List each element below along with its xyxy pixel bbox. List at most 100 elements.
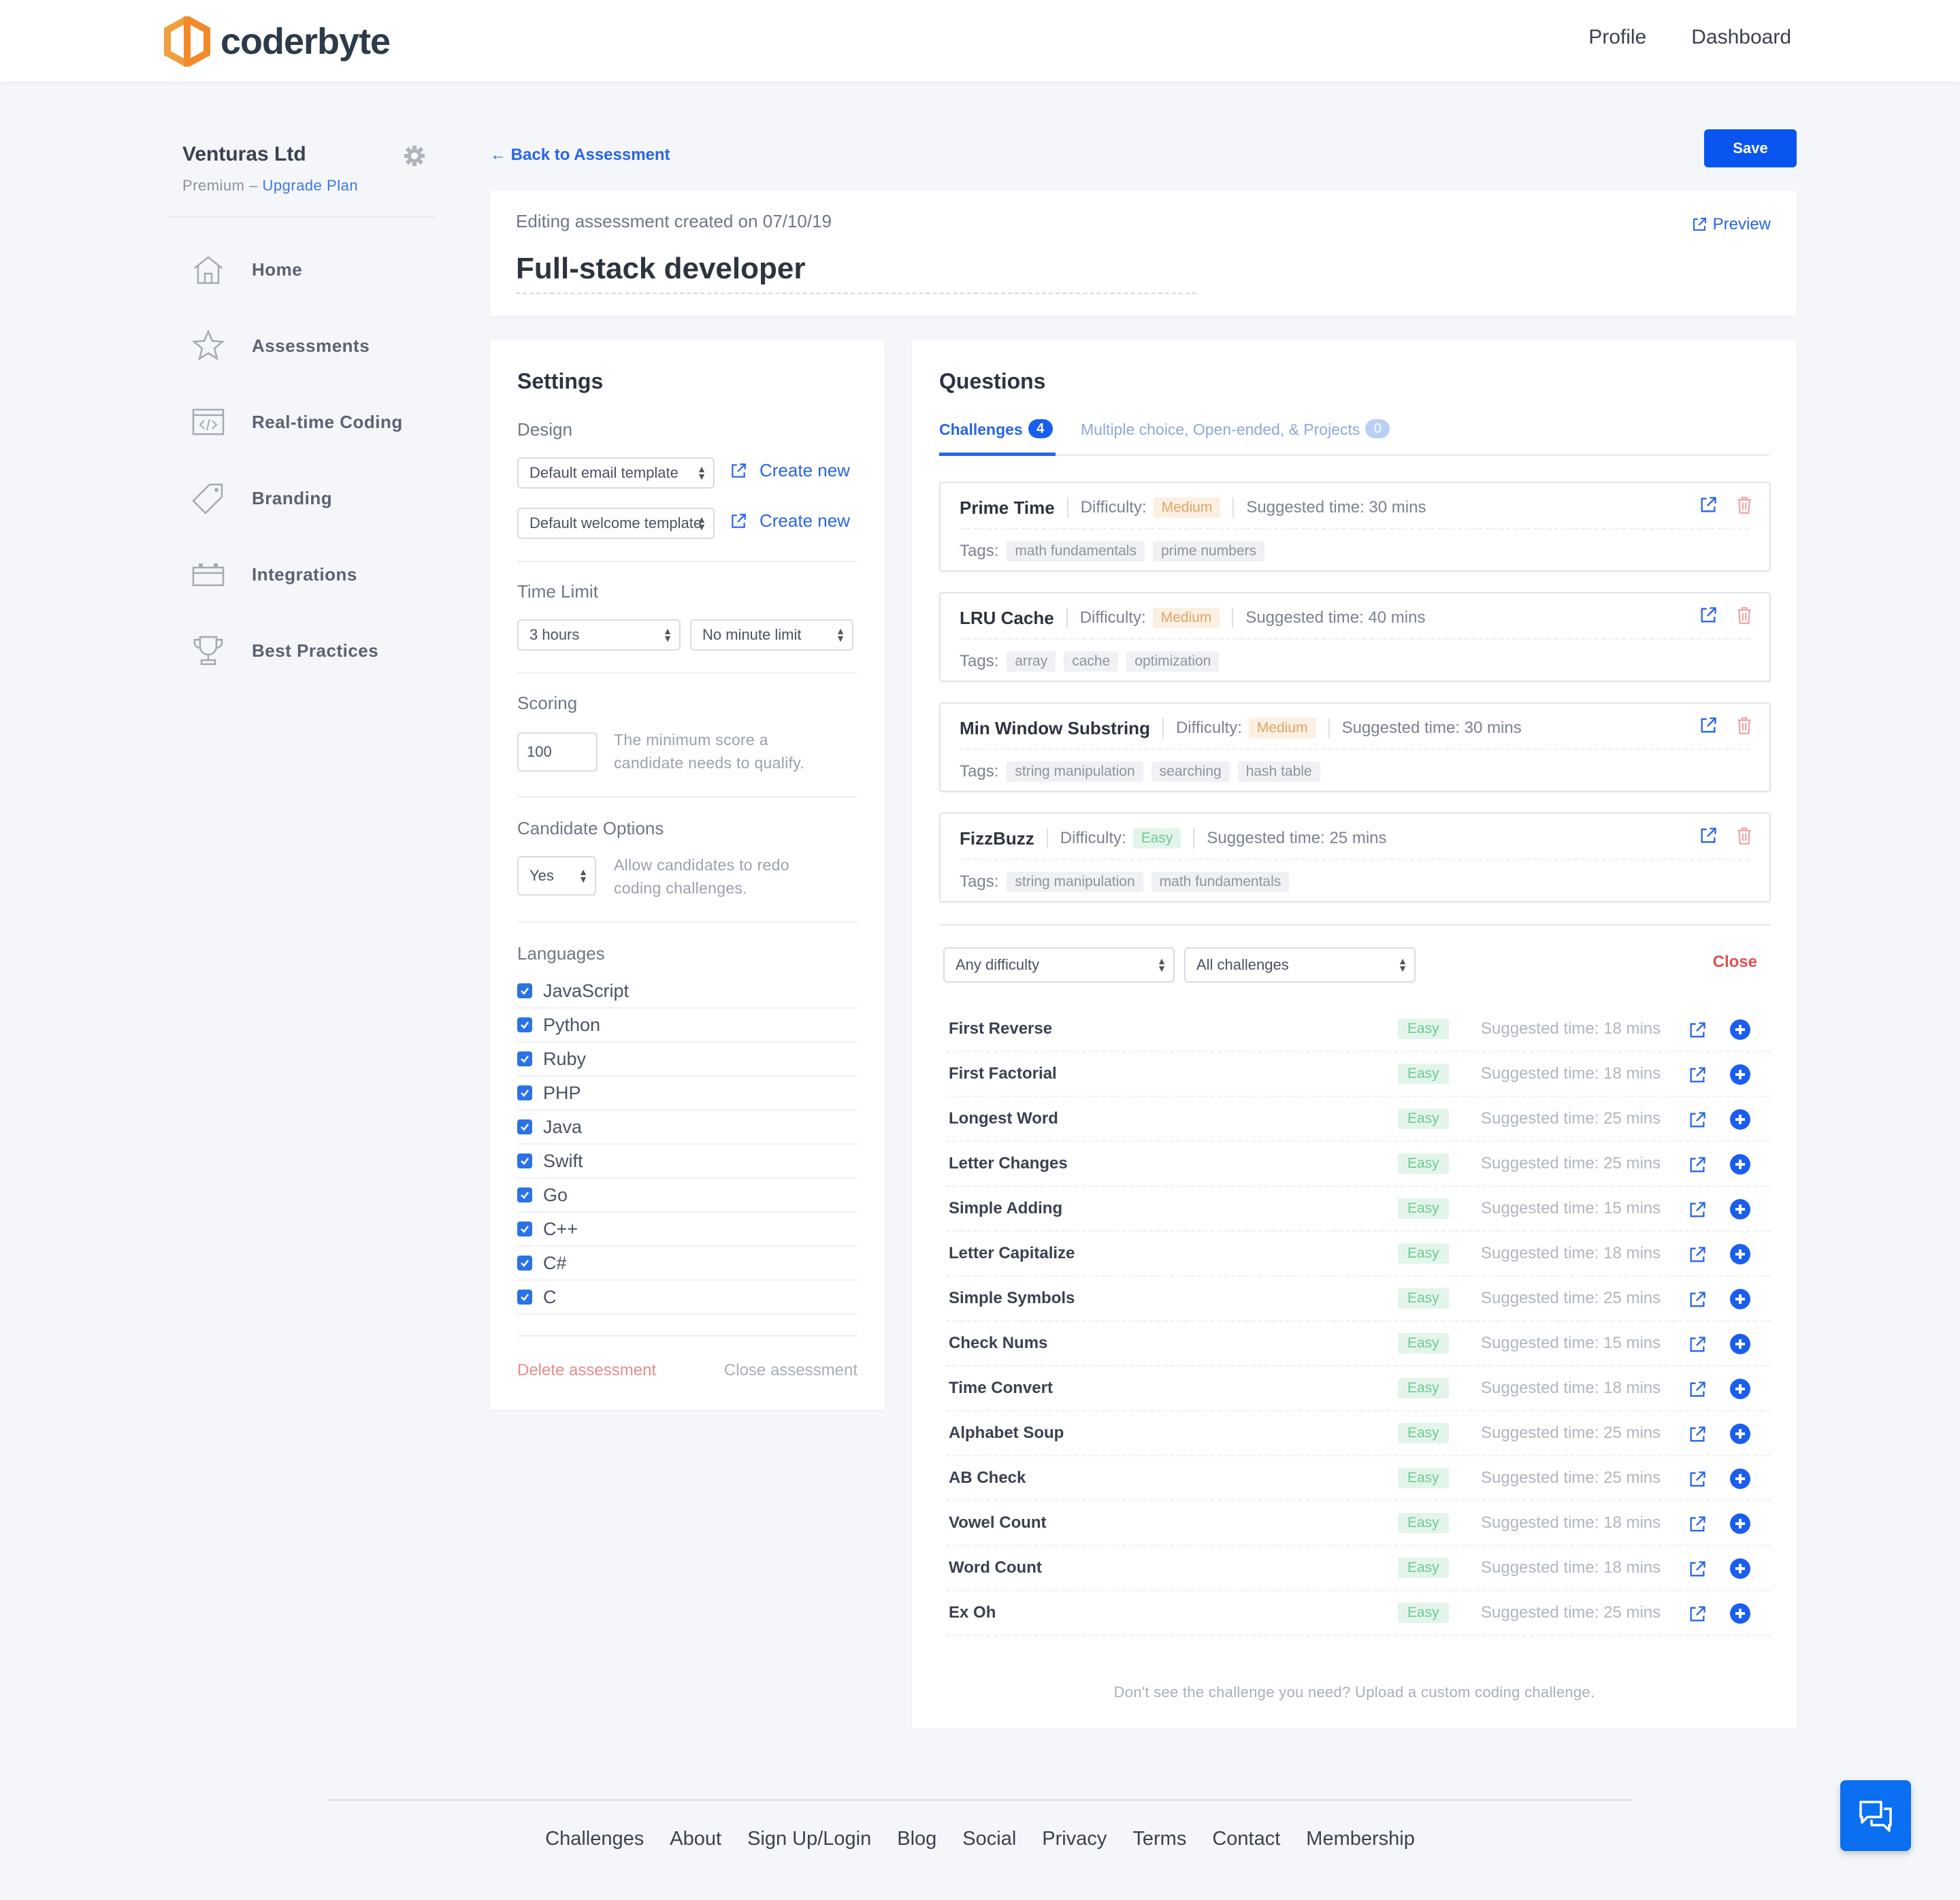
challenge-name[interactable]: Simple Symbols <box>949 1289 1075 1308</box>
open-challenge-link[interactable] <box>1688 1290 1707 1313</box>
preview-link[interactable]: Preview <box>1691 215 1771 234</box>
footer-link-contact[interactable]: Contact <box>1212 1828 1280 1850</box>
open-challenge-link[interactable] <box>1688 1066 1707 1088</box>
footer-link-terms[interactable]: Terms <box>1132 1828 1186 1850</box>
trash-icon[interactable] <box>1735 716 1753 735</box>
custom-challenge-note[interactable]: Don't see the challenge you need? Upload… <box>912 1684 1797 1701</box>
language-checkbox-row[interactable]: Go <box>517 1179 858 1213</box>
welcome-template-select[interactable]: Default welcome template ▲ ▼ <box>517 508 715 539</box>
external-link-icon[interactable] <box>1688 1380 1707 1399</box>
external-link-icon[interactable] <box>1699 716 1718 735</box>
sidebar-item-assessments[interactable]: Assessments <box>191 328 370 363</box>
language-checkbox-row[interactable]: Java <box>517 1111 858 1145</box>
score-input[interactable]: 100 <box>517 732 598 772</box>
open-challenge-link[interactable] <box>1688 1470 1707 1492</box>
external-link-icon[interactable] <box>1688 1605 1707 1624</box>
sidebar-item-home[interactable]: Home <box>191 252 302 287</box>
add-challenge-icon[interactable] <box>1730 1603 1750 1624</box>
open-challenge-link[interactable] <box>1688 1380 1707 1403</box>
tab-multiple-choice[interactable]: Multiple choice, Open-ended, & Projects … <box>1081 419 1390 439</box>
footer-link-about[interactable]: About <box>670 1828 721 1850</box>
external-link-icon[interactable] <box>1688 1335 1707 1354</box>
trash-icon[interactable] <box>1735 495 1753 514</box>
challenge-name[interactable]: Letter Capitalize <box>949 1244 1075 1263</box>
external-link-icon[interactable] <box>1688 1156 1707 1175</box>
open-challenge-link[interactable] <box>1688 1200 1707 1223</box>
close-assessment-link[interactable]: Close assessment <box>724 1361 858 1380</box>
add-challenge-icon[interactable] <box>1730 1199 1750 1219</box>
open-challenge-link[interactable] <box>1688 1111 1707 1133</box>
language-checkbox-row[interactable]: Python <box>517 1009 858 1043</box>
checkbox-checked-icon[interactable] <box>517 1051 532 1066</box>
challenge-name[interactable]: Alphabet Soup <box>949 1424 1064 1443</box>
checkbox-checked-icon[interactable] <box>517 1256 532 1271</box>
add-challenge-icon[interactable] <box>1730 1334 1750 1354</box>
challenge-name[interactable]: AB Check <box>949 1469 1026 1488</box>
checkbox-checked-icon[interactable] <box>517 1188 532 1202</box>
open-challenge-link[interactable] <box>1688 1021 1707 1043</box>
sidebar-item-best-practices[interactable]: Best Practices <box>191 633 378 668</box>
challenge-name[interactable]: Letter Changes <box>949 1154 1068 1173</box>
create-new-email-link[interactable]: Create new <box>730 460 850 481</box>
tab-challenges[interactable]: Challenges 4 <box>939 419 1056 456</box>
difficulty-filter-select[interactable]: Any difficulty ▲ ▼ <box>943 947 1175 983</box>
footer-link-privacy[interactable]: Privacy <box>1042 1828 1107 1850</box>
language-checkbox-row[interactable]: Swift <box>517 1145 858 1179</box>
language-checkbox-row[interactable]: JavaScript <box>517 974 858 1009</box>
language-checkbox-row[interactable]: PHP <box>517 1077 858 1111</box>
checkbox-checked-icon[interactable] <box>517 1119 532 1134</box>
add-challenge-icon[interactable] <box>1730 1154 1750 1175</box>
checkbox-checked-icon[interactable] <box>517 983 532 998</box>
external-link-icon[interactable] <box>1699 606 1718 625</box>
open-challenge-link[interactable] <box>1688 1605 1707 1627</box>
checkbox-checked-icon[interactable] <box>517 1017 532 1032</box>
external-link-icon[interactable] <box>1688 1200 1707 1219</box>
challenge-name[interactable]: Simple Adding <box>949 1199 1062 1218</box>
challenge-name[interactable]: Longest Word <box>949 1109 1058 1128</box>
chat-button[interactable] <box>1840 1780 1911 1851</box>
external-link-icon[interactable] <box>1688 1560 1707 1579</box>
delete-assessment-link[interactable]: Delete assessment <box>517 1361 656 1380</box>
footer-link-challenges[interactable]: Challenges <box>545 1828 644 1850</box>
open-challenge-link[interactable] <box>1688 1156 1707 1178</box>
trash-icon[interactable] <box>1735 606 1753 625</box>
add-challenge-icon[interactable] <box>1730 1244 1750 1264</box>
assessment-title-input[interactable]: Full-stack developer <box>516 252 805 286</box>
open-challenge-link[interactable] <box>1688 1515 1707 1537</box>
language-checkbox-row[interactable]: C# <box>517 1247 858 1281</box>
add-challenge-icon[interactable] <box>1730 1379 1750 1399</box>
footer-link-blog[interactable]: Blog <box>897 1828 936 1850</box>
challenge-name[interactable]: First Reverse <box>949 1019 1052 1038</box>
add-challenge-icon[interactable] <box>1730 1469 1750 1489</box>
trash-icon[interactable] <box>1735 826 1753 845</box>
minutes-select[interactable]: No minute limit ▲ ▼ <box>690 619 853 651</box>
back-to-assessment-link[interactable]: ← Back to Assessment <box>490 146 670 165</box>
challenge-filter-select[interactable]: All challenges ▲ ▼ <box>1184 947 1416 983</box>
nav-profile[interactable]: Profile <box>1588 26 1646 49</box>
sidebar-item-realtime-coding[interactable]: Real-time Coding <box>191 404 403 440</box>
footer-link-social[interactable]: Social <box>962 1828 1016 1850</box>
redo-select[interactable]: Yes ▲ ▼ <box>517 856 596 896</box>
language-checkbox-row[interactable]: Ruby <box>517 1043 858 1077</box>
language-checkbox-row[interactable]: C <box>517 1281 858 1315</box>
external-link-icon[interactable] <box>1688 1470 1707 1489</box>
external-link-icon[interactable] <box>1688 1515 1707 1534</box>
external-link-icon[interactable] <box>1699 826 1718 845</box>
open-challenge-link[interactable] <box>1688 1335 1707 1358</box>
gear-icon[interactable] <box>403 144 426 167</box>
external-link-icon[interactable] <box>1688 1245 1707 1264</box>
checkbox-checked-icon[interactable] <box>517 1085 532 1100</box>
footer-link-signup[interactable]: Sign Up/Login <box>747 1828 871 1850</box>
checkbox-checked-icon[interactable] <box>517 1290 532 1305</box>
create-new-welcome-link[interactable]: Create new <box>730 510 850 531</box>
add-challenge-icon[interactable] <box>1730 1558 1750 1579</box>
challenge-name[interactable]: Word Count <box>949 1558 1042 1577</box>
footer-link-membership[interactable]: Membership <box>1306 1828 1415 1850</box>
challenge-name[interactable]: First Factorial <box>949 1064 1057 1083</box>
upgrade-plan-link[interactable]: Upgrade Plan <box>263 177 359 194</box>
nav-dashboard[interactable]: Dashboard <box>1691 26 1791 49</box>
sidebar-item-branding[interactable]: Branding <box>191 480 332 516</box>
challenge-name[interactable]: Ex Oh <box>949 1603 996 1622</box>
checkbox-checked-icon[interactable] <box>517 1222 532 1236</box>
email-template-select[interactable]: Default email template ▲ ▼ <box>517 457 715 489</box>
